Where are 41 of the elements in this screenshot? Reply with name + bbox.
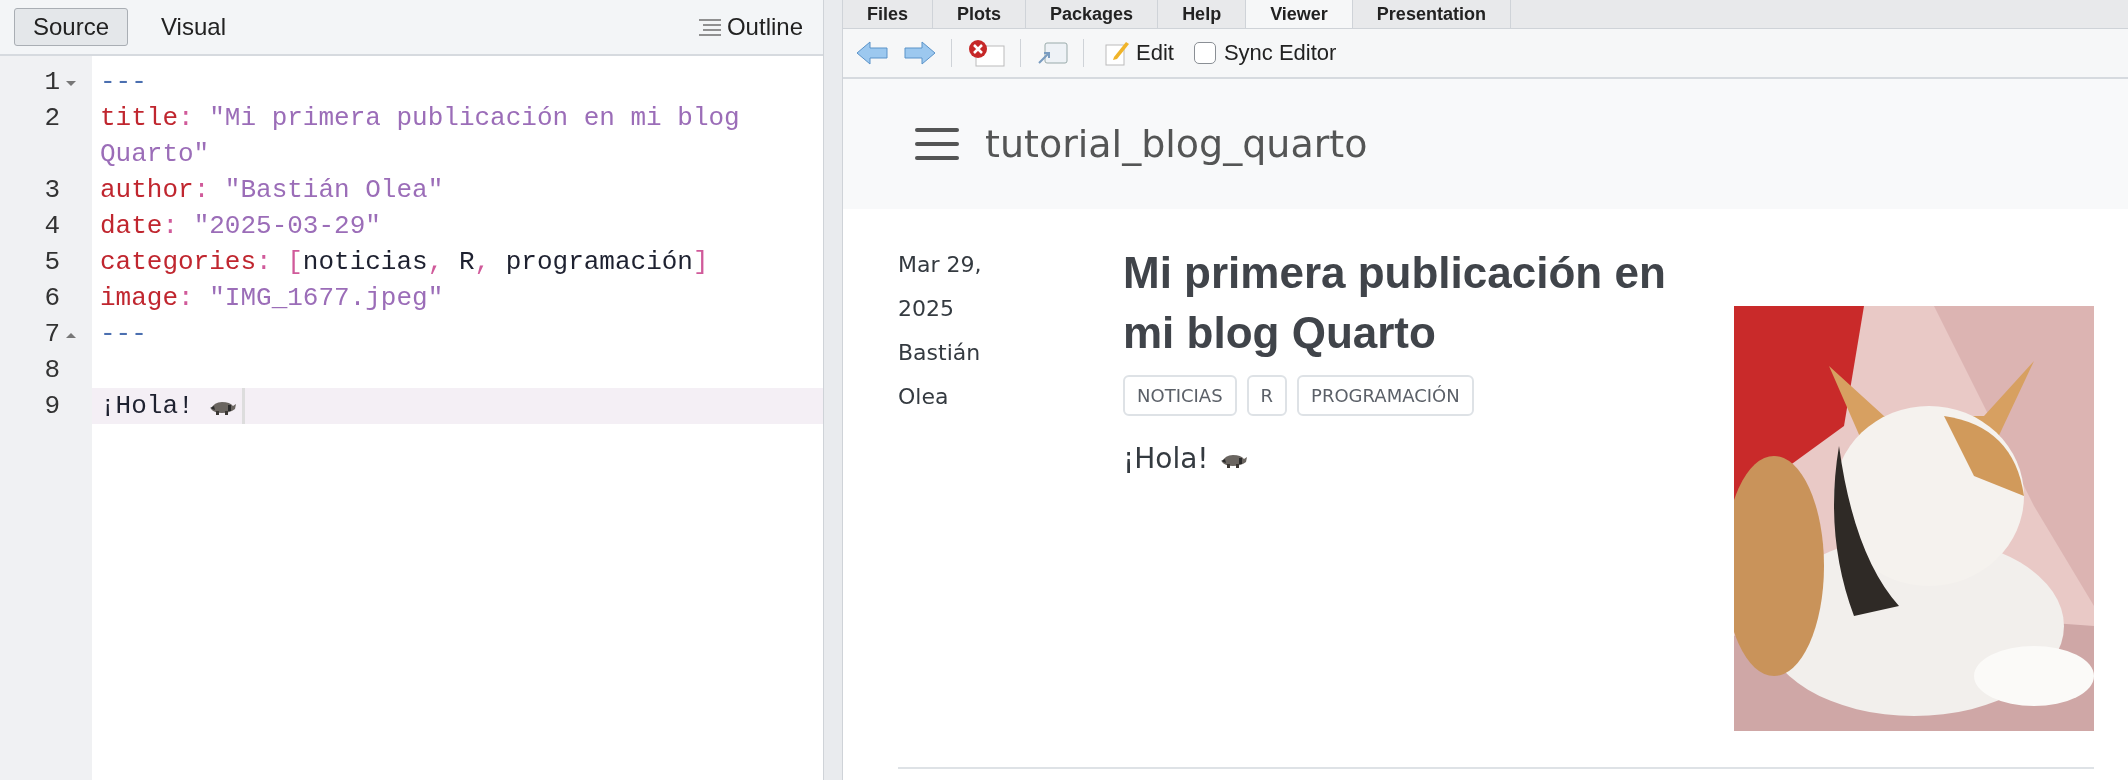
- code-line: categories: [noticias, R, programación]: [100, 246, 709, 279]
- code-line: date: "2025-03-29": [100, 210, 381, 243]
- stop-icon[interactable]: [966, 38, 1006, 68]
- outline-icon: [696, 17, 723, 37]
- code-line: ¡Hola!: [100, 390, 194, 423]
- line-number: 1: [43, 66, 60, 99]
- outline-button[interactable]: Outline: [690, 12, 809, 42]
- post-body: ¡Hola!: [1123, 442, 1209, 475]
- line-number: 4: [43, 210, 60, 243]
- code-line: author: "Bastián Olea": [100, 174, 444, 207]
- post-date: 2025: [898, 295, 955, 323]
- code-line: ---: [100, 66, 147, 99]
- mode-tab[interactable]: Source: [14, 8, 129, 46]
- mode-tab[interactable]: Visual: [142, 8, 245, 46]
- post-title: Mi primera publicación en mi blog Quarto: [1123, 247, 1667, 359]
- fold-down-icon[interactable]: [64, 78, 78, 88]
- line-number: 3: [43, 174, 60, 207]
- code-line: title: "Mi primera publicación en mi blog Quarto": [100, 102, 741, 171]
- pane-tab[interactable]: Viewer: [1246, 0, 1353, 28]
- edit-button[interactable]: Edit: [1098, 38, 1180, 68]
- line-number: 7: [43, 318, 60, 351]
- code-line: image: "IMG_1677.jpeg": [100, 282, 444, 315]
- line-number: 2: [43, 102, 60, 135]
- back-arrow-icon[interactable]: [855, 39, 889, 67]
- sync-editor-checkbox[interactable]: Sync Editor: [1193, 40, 1337, 66]
- line-number: 5: [43, 246, 60, 279]
- post-author: Bastián: [898, 339, 982, 367]
- forward-arrow-icon[interactable]: [903, 39, 937, 67]
- fold-up-icon[interactable]: [64, 330, 78, 340]
- category-tag[interactable]: PROGRAMACIÓN: [1297, 375, 1474, 416]
- line-number: 9: [43, 390, 60, 423]
- post-author: Olea: [898, 383, 950, 411]
- post-date: Mar 29,: [898, 251, 983, 279]
- site-title[interactable]: tutorial_blog_quarto: [985, 122, 1368, 166]
- line-number: 8: [43, 354, 60, 387]
- category-tag[interactable]: R: [1246, 375, 1288, 416]
- menu-icon[interactable]: [915, 127, 959, 161]
- line-number: 6: [43, 282, 60, 315]
- category-tag[interactable]: NOTICIAS: [1123, 375, 1237, 416]
- pencil-icon: [1104, 39, 1130, 67]
- code-line: ---: [100, 318, 147, 351]
